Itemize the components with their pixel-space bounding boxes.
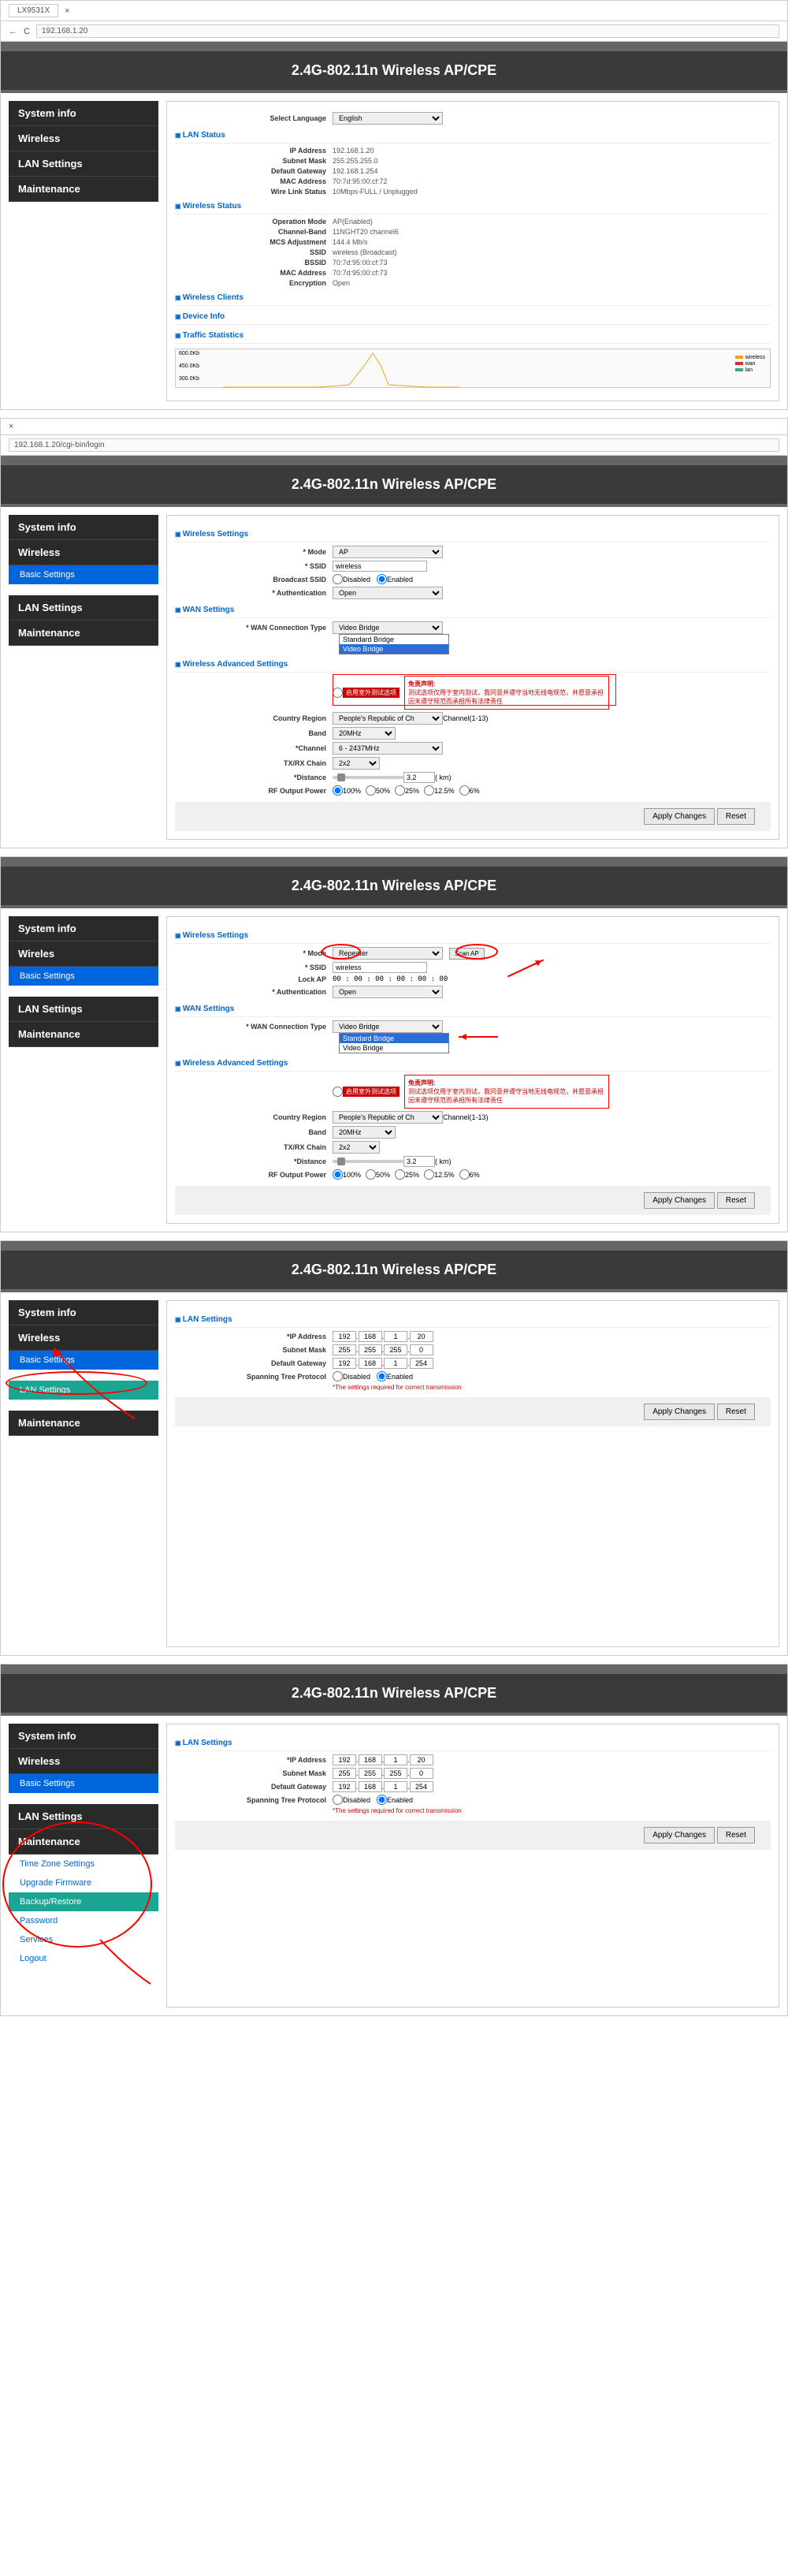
region-select[interactable]: People's Republic of Ch: [333, 712, 443, 725]
txrx-select[interactable]: 2x2: [333, 757, 380, 770]
region-select[interactable]: People's Republic of Ch: [333, 1111, 443, 1124]
traffic-graph: 600.0Kb 450.0Kb 300.0Kb wireless wan lan: [175, 349, 771, 388]
page-title: 2.4G-802.11n Wireless AP/CPE: [1, 1665, 787, 1716]
nav-backup-restore[interactable]: Backup/Restore: [9, 1892, 158, 1911]
distance-slider[interactable]: [333, 776, 403, 779]
nav-basic-settings[interactable]: Basic Settings: [9, 967, 158, 986]
nav-password[interactable]: Password: [9, 1911, 158, 1930]
section-wireless-advanced[interactable]: Wireless Advanced Settings: [175, 657, 771, 673]
stp-disabled-radio[interactable]: [333, 1371, 343, 1381]
section-wan-settings[interactable]: WAN Settings: [175, 1001, 771, 1017]
nav-basic-settings[interactable]: Basic Settings: [9, 1351, 158, 1370]
page-title: 2.4G-802.11n Wireless AP/CPE: [1, 42, 787, 93]
broadcast-disabled-radio[interactable]: [333, 574, 343, 584]
page-title: 2.4G-802.11n Wireless AP/CPE: [1, 1241, 787, 1292]
nav-lan-settings[interactable]: LAN Settings: [9, 997, 158, 1022]
nav-lan-settings[interactable]: LAN Settings: [9, 151, 158, 177]
nav-basic-settings[interactable]: Basic Settings: [9, 565, 158, 584]
txrx-select[interactable]: 2x2: [333, 1141, 380, 1154]
nav-upgrade-firmware[interactable]: Upgrade Firmware: [9, 1873, 158, 1892]
nav-maintenance[interactable]: Maintenance: [9, 1829, 158, 1855]
reset-button[interactable]: Reset: [717, 1192, 755, 1209]
nav-system-info[interactable]: System info: [9, 916, 158, 941]
ssid-input[interactable]: [333, 561, 427, 572]
section-device-info[interactable]: Device Info: [175, 309, 771, 325]
section-lan-settings[interactable]: LAN Settings: [175, 1312, 771, 1328]
auth-select[interactable]: Open: [333, 587, 443, 599]
wan-connection-select[interactable]: Video Bridge: [333, 1020, 443, 1033]
distance-input[interactable]: [403, 772, 435, 783]
apply-button[interactable]: Apply Changes: [644, 1827, 715, 1843]
section-wireless-clients[interactable]: Wireless Clients: [175, 290, 771, 306]
distance-input[interactable]: [403, 1156, 435, 1167]
nav-timezone[interactable]: Time Zone Settings: [9, 1855, 158, 1873]
nav-wireless[interactable]: Wireless: [9, 540, 158, 565]
nav-maintenance[interactable]: Maintenance: [9, 177, 158, 202]
section-wan-settings[interactable]: WAN Settings: [175, 602, 771, 618]
nav-system-info[interactable]: System info: [9, 1300, 158, 1325]
reset-button[interactable]: Reset: [717, 1827, 755, 1843]
nav-system-info[interactable]: System info: [9, 1724, 158, 1749]
section-wireless-status[interactable]: Wireless Status: [175, 199, 771, 214]
section-wireless-settings[interactable]: Wireless Settings: [175, 928, 771, 944]
disclaimer-box: 免责声明: 测试选项仅用于室内测试，我同意并遵守当地无线电规范，并愿意承担因未遵…: [404, 1075, 609, 1109]
nav-maintenance[interactable]: Maintenance: [9, 621, 158, 646]
address-bar[interactable]: 192.168.1.20: [36, 24, 779, 38]
outdoor-test-button[interactable]: 启用室外测试选项: [343, 1087, 400, 1097]
settings-note: *The settings required for correct trans…: [333, 1384, 462, 1391]
browser-tab[interactable]: LX9531X: [9, 4, 58, 17]
band-select[interactable]: 20MHz: [333, 727, 396, 740]
page-title: 2.4G-802.11n Wireless AP/CPE: [1, 456, 787, 507]
wan-connection-select[interactable]: Video Bridge: [333, 621, 443, 634]
apply-button[interactable]: Apply Changes: [644, 808, 715, 825]
auth-select[interactable]: Open: [333, 986, 443, 998]
nav-system-info[interactable]: System info: [9, 101, 158, 126]
nav-lan-settings[interactable]: LAN Settings: [9, 595, 158, 621]
nav-system-info[interactable]: System info: [9, 515, 158, 540]
nav-wireless[interactable]: Wireless: [9, 126, 158, 151]
nav-wireless[interactable]: Wireless: [9, 1749, 158, 1774]
nav-maintenance[interactable]: Maintenance: [9, 1411, 158, 1436]
apply-button[interactable]: Apply Changes: [644, 1192, 715, 1209]
ip-octet-4[interactable]: [410, 1331, 433, 1342]
nav-lan-settings[interactable]: LAN Settings: [9, 1804, 158, 1829]
section-lan-settings[interactable]: LAN Settings: [175, 1735, 771, 1751]
stp-enabled-radio[interactable]: [377, 1371, 387, 1381]
reset-button[interactable]: Reset: [717, 808, 755, 825]
mode-select[interactable]: Repeater: [333, 947, 443, 960]
disclaimer-box: 免责声明: 测试选项仅用于室内测试，我同意并遵守当地无线电规范，并愿意承担因未遵…: [404, 676, 609, 710]
address-bar[interactable]: 192.168.1.20/cgi-bin/login: [9, 438, 779, 452]
ip-octet-3[interactable]: [384, 1331, 407, 1342]
reset-button[interactable]: Reset: [717, 1404, 755, 1420]
band-select[interactable]: 20MHz: [333, 1126, 396, 1139]
channel-select[interactable]: 6 - 2437MHz: [333, 742, 443, 755]
apply-button[interactable]: Apply Changes: [644, 1404, 715, 1420]
wan-dropdown-open[interactable]: Standard Bridge Video Bridge: [339, 1033, 449, 1053]
outdoor-test-button[interactable]: 启用室外测试选项: [343, 688, 400, 698]
broadcast-enabled-radio[interactable]: [377, 574, 387, 584]
distance-slider[interactable]: [333, 1160, 403, 1163]
section-lan-status[interactable]: LAN Status: [175, 128, 771, 144]
ssid-input[interactable]: [333, 962, 427, 973]
mode-select[interactable]: AP: [333, 546, 443, 558]
section-wireless-settings[interactable]: Wireless Settings: [175, 527, 771, 542]
nav-basic-settings[interactable]: Basic Settings: [9, 1774, 158, 1793]
page-title: 2.4G-802.11n Wireless AP/CPE: [1, 857, 787, 908]
scan-ap-button[interactable]: Scan AP: [449, 948, 485, 960]
ip-octet-1[interactable]: [333, 1331, 356, 1342]
section-traffic-stats[interactable]: Traffic Statistics: [175, 328, 771, 344]
nav-lan-settings[interactable]: LAN Settings: [9, 1381, 158, 1400]
nav-wireless[interactable]: Wireless: [9, 1325, 158, 1351]
ip-octet-2[interactable]: [359, 1331, 382, 1342]
nav-wireless[interactable]: Wireles: [9, 941, 158, 967]
wan-dropdown-open[interactable]: Standard Bridge Video Bridge: [339, 634, 449, 654]
section-wireless-advanced[interactable]: Wireless Advanced Settings: [175, 1056, 771, 1072]
nav-maintenance[interactable]: Maintenance: [9, 1022, 158, 1047]
language-select[interactable]: English: [333, 112, 443, 125]
